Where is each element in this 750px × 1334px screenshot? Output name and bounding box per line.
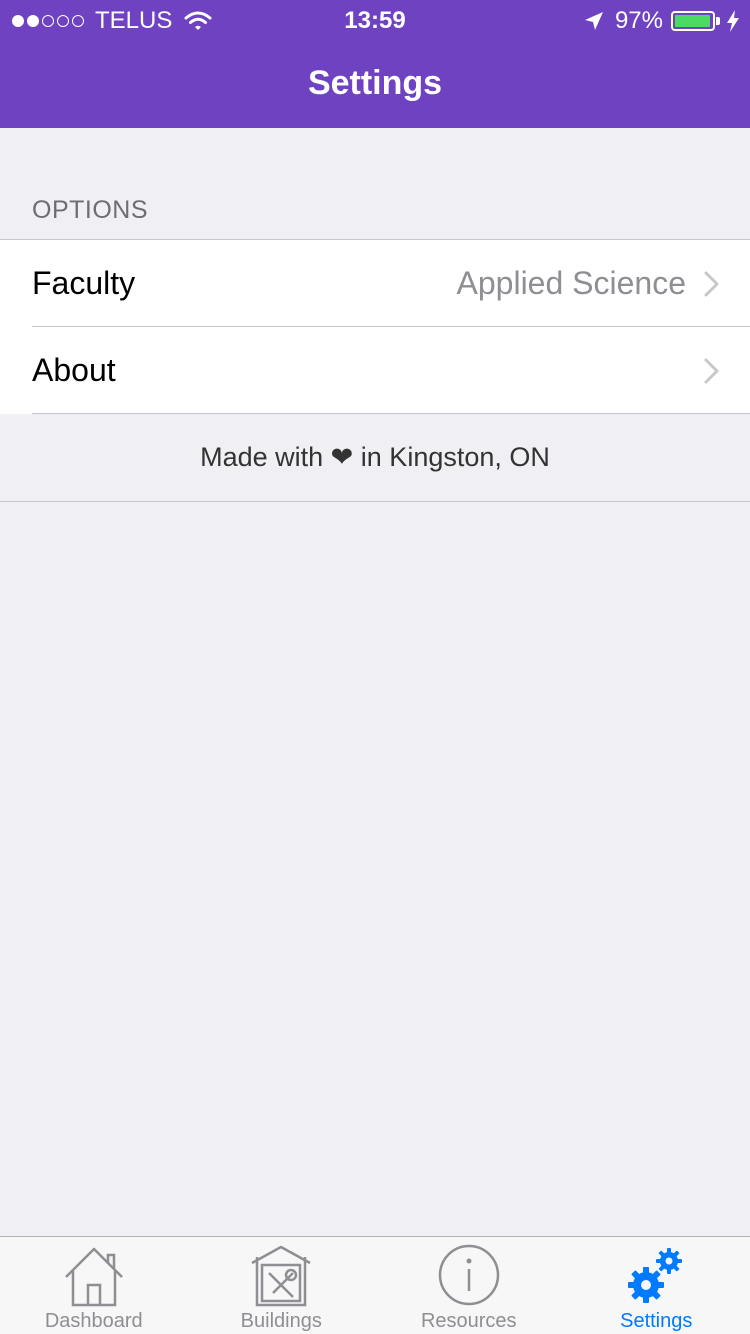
about-row[interactable]: About (0, 327, 750, 414)
house-icon (64, 1247, 123, 1307)
made-with-note: Made with ❤ in Kingston, ON (0, 414, 750, 502)
about-label: About (32, 352, 116, 388)
tab-settings-label: Settings (620, 1310, 693, 1332)
tab-dashboard[interactable]: Dashboard (0, 1237, 188, 1334)
tab-buildings[interactable]: Buildings (188, 1237, 376, 1334)
faculty-label: Faculty (32, 265, 136, 301)
tab-resources-label: Resources (420, 1310, 517, 1332)
settings-screen: TELUS 13:59 97% Settings OPTIONS Faculty… (0, 0, 750, 1334)
charging-bolt-icon (727, 10, 739, 32)
status-bar: TELUS 13:59 97% (0, 0, 750, 40)
faculty-value: Applied Science (456, 265, 686, 301)
battery-icon (671, 11, 715, 31)
location-arrow-icon (584, 12, 603, 30)
chevron-right-icon (704, 271, 719, 296)
chevron-right-icon (704, 358, 719, 383)
info-icon (438, 1244, 499, 1306)
battery-cap (716, 17, 720, 25)
tab-settings[interactable]: Settings (563, 1237, 750, 1334)
battery-fill (675, 15, 710, 27)
building-tools-icon (251, 1245, 311, 1307)
options-section-header: OPTIONS (32, 196, 149, 224)
battery-percent: 97% (614, 7, 663, 34)
navigation-bar: TELUS 13:59 97% Settings (0, 0, 750, 128)
page-title: Settings (307, 64, 443, 102)
options-list: Faculty Applied Science About (0, 239, 750, 414)
faculty-row[interactable]: Faculty Applied Science (0, 240, 750, 327)
tab-dashboard-label: Dashboard (44, 1310, 143, 1332)
tab-bar: Dashboard Buildings Resources Settings (0, 1236, 750, 1334)
status-right: 97% (583, 7, 740, 35)
gears-icon (628, 1248, 683, 1303)
tab-buildings-label: Buildings (240, 1310, 322, 1332)
tab-resources[interactable]: Resources (375, 1237, 563, 1334)
